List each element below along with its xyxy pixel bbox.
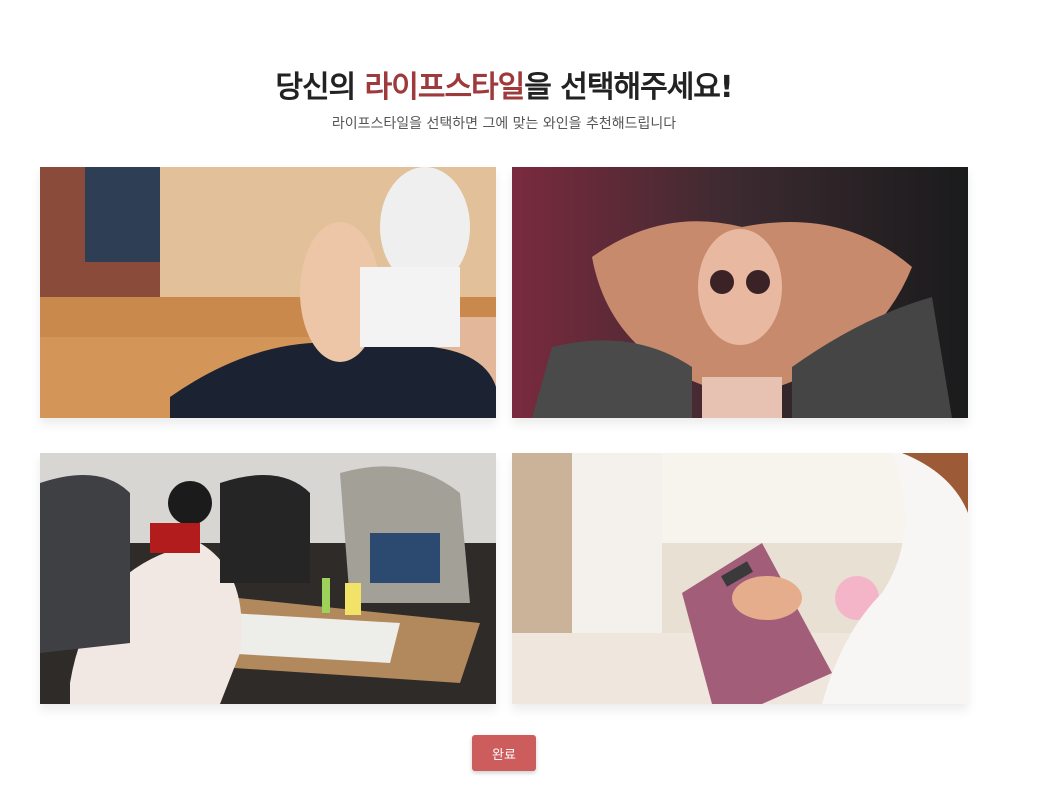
title-prefix: 당신의 <box>275 70 365 105</box>
group-study-photo <box>40 453 496 704</box>
lifestyle-card-fashion[interactable] <box>512 167 968 418</box>
woman-sunglasses-photo <box>512 167 968 418</box>
page-subtitle: 라이프스타일을 선택하면 그에 맞는 와인을 추천해드립니다 <box>331 116 677 132</box>
page-header: 당신의 라이프스타일을 선택해주세요! 라이프스타일을 선택하면 그에 맞는 와… <box>0 66 1008 134</box>
done-button[interactable]: 완료 <box>472 735 536 771</box>
title-suffix: 을 선택해주세요! <box>524 70 733 105</box>
yoga-photo <box>40 167 496 418</box>
title-accent: 라이프스타일 <box>364 70 526 105</box>
lifestyle-card-study[interactable] <box>40 453 496 704</box>
lifestyle-card-office[interactable] <box>512 453 968 704</box>
clipboard-writing-photo <box>512 453 968 704</box>
lifestyle-card-yoga[interactable] <box>40 167 496 418</box>
page-title: 당신의 라이프스타일을 선택해주세요! <box>0 66 1008 110</box>
